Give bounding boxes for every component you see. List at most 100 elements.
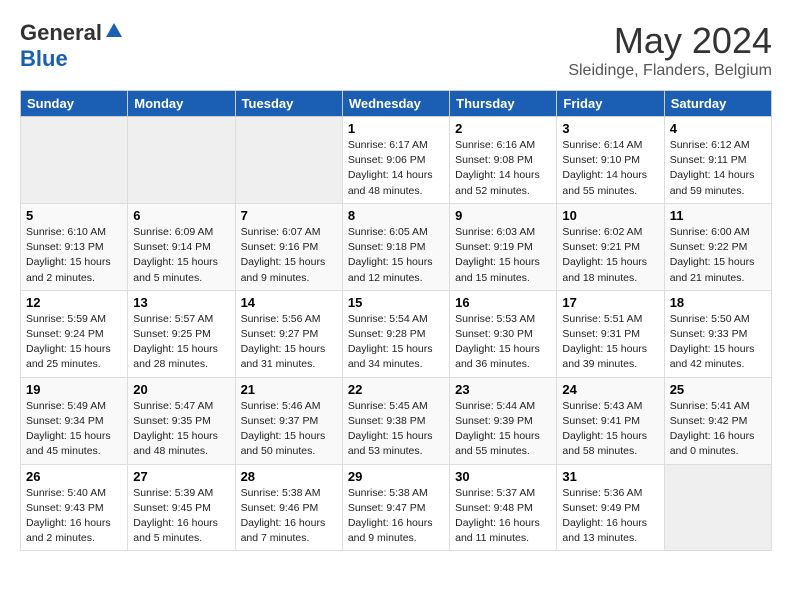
calendar-cell: 2 Sunrise: 6:16 AM Sunset: 9:08 PM Daylig… — [450, 117, 557, 204]
cell-daylight-info: Sunrise: 5:44 AM Sunset: 9:39 PM Dayligh… — [455, 399, 551, 460]
cell-daylight-info: Sunrise: 5:59 AM Sunset: 9:24 PM Dayligh… — [26, 312, 122, 373]
cell-daylight-info: Sunrise: 5:57 AM Sunset: 9:25 PM Dayligh… — [133, 312, 229, 373]
cell-daylight-info: Sunrise: 5:41 AM Sunset: 9:42 PM Dayligh… — [670, 399, 766, 460]
weekday-header-sunday: Sunday — [21, 91, 128, 117]
day-number: 31 — [562, 469, 658, 484]
calendar-cell: 27 Sunrise: 5:39 AM Sunset: 9:45 PM Dayli… — [128, 464, 235, 551]
cell-daylight-info: Sunrise: 5:39 AM Sunset: 9:45 PM Dayligh… — [133, 486, 229, 547]
day-number: 25 — [670, 382, 766, 397]
weekday-header-thursday: Thursday — [450, 91, 557, 117]
calendar-cell: 5 Sunrise: 6:10 AM Sunset: 9:13 PM Daylig… — [21, 203, 128, 290]
cell-daylight-info: Sunrise: 6:02 AM Sunset: 9:21 PM Dayligh… — [562, 225, 658, 286]
day-number: 1 — [348, 121, 444, 136]
calendar-week-row: 26 Sunrise: 5:40 AM Sunset: 9:43 PM Dayli… — [21, 464, 772, 551]
day-number: 26 — [26, 469, 122, 484]
day-number: 30 — [455, 469, 551, 484]
day-number: 23 — [455, 382, 551, 397]
weekday-header-monday: Monday — [128, 91, 235, 117]
weekday-header-wednesday: Wednesday — [342, 91, 449, 117]
page-header: General Blue May 2024 Sleidinge, Flander… — [20, 20, 772, 80]
logo-icon — [104, 21, 124, 46]
day-number: 2 — [455, 121, 551, 136]
day-number: 17 — [562, 295, 658, 310]
calendar-cell: 16Sunrise: 5:53 AM Sunset: 9:30 PM Dayli… — [450, 290, 557, 377]
logo-general-text: General — [20, 20, 102, 46]
calendar-cell: 22Sunrise: 5:45 AM Sunset: 9:38 PM Dayli… — [342, 377, 449, 464]
cell-daylight-info: Sunrise: 5:37 AM Sunset: 9:48 PM Dayligh… — [455, 486, 551, 547]
day-number: 29 — [348, 469, 444, 484]
day-number: 24 — [562, 382, 658, 397]
calendar-cell: 1 Sunrise: 6:17 AM Sunset: 9:06 PM Daylig… — [342, 117, 449, 204]
day-number: 27 — [133, 469, 229, 484]
cell-daylight-info: Sunrise: 6:17 AM Sunset: 9:06 PM Dayligh… — [348, 138, 444, 199]
calendar-table: SundayMondayTuesdayWednesdayThursdayFrid… — [20, 90, 772, 551]
calendar-cell: 19 Sunrise: 5:49 AM Sunset: 9:34 PM Dayli… — [21, 377, 128, 464]
day-number: 12 — [26, 295, 122, 310]
calendar-cell: 4 Sunrise: 6:12 AM Sunset: 9:11 PM Daylig… — [664, 117, 771, 204]
day-number: 14 — [241, 295, 337, 310]
day-number: 21 — [241, 382, 337, 397]
calendar-cell: 26 Sunrise: 5:40 AM Sunset: 9:43 PM Dayli… — [21, 464, 128, 551]
calendar-cell: 31Sunrise: 5:36 AM Sunset: 9:49 PM Dayli… — [557, 464, 664, 551]
calendar-cell: 18 Sunrise: 5:50 AM Sunset: 9:33 PM Dayli… — [664, 290, 771, 377]
calendar-week-row: 19 Sunrise: 5:49 AM Sunset: 9:34 PM Dayli… — [21, 377, 772, 464]
calendar-cell: 12 Sunrise: 5:59 AM Sunset: 9:24 PM Dayli… — [21, 290, 128, 377]
location-subtitle: Sleidinge, Flanders, Belgium — [568, 62, 772, 80]
day-number: 5 — [26, 208, 122, 223]
calendar-cell — [128, 117, 235, 204]
day-number: 19 — [26, 382, 122, 397]
cell-daylight-info: Sunrise: 6:03 AM Sunset: 9:19 PM Dayligh… — [455, 225, 551, 286]
cell-daylight-info: Sunrise: 6:14 AM Sunset: 9:10 PM Dayligh… — [562, 138, 658, 199]
day-number: 8 — [348, 208, 444, 223]
cell-daylight-info: Sunrise: 6:09 AM Sunset: 9:14 PM Dayligh… — [133, 225, 229, 286]
weekday-header-saturday: Saturday — [664, 91, 771, 117]
calendar-cell: 8Sunrise: 6:05 AM Sunset: 9:18 PM Daylig… — [342, 203, 449, 290]
calendar-cell: 9 Sunrise: 6:03 AM Sunset: 9:19 PM Daylig… — [450, 203, 557, 290]
cell-daylight-info: Sunrise: 5:46 AM Sunset: 9:37 PM Dayligh… — [241, 399, 337, 460]
day-number: 10 — [562, 208, 658, 223]
calendar-cell: 7 Sunrise: 6:07 AM Sunset: 9:16 PM Daylig… — [235, 203, 342, 290]
day-number: 3 — [562, 121, 658, 136]
calendar-cell: 30 Sunrise: 5:37 AM Sunset: 9:48 PM Dayli… — [450, 464, 557, 551]
calendar-cell: 23 Sunrise: 5:44 AM Sunset: 9:39 PM Dayli… — [450, 377, 557, 464]
calendar-cell: 15 Sunrise: 5:54 AM Sunset: 9:28 PM Dayli… — [342, 290, 449, 377]
cell-daylight-info: Sunrise: 5:56 AM Sunset: 9:27 PM Dayligh… — [241, 312, 337, 373]
cell-daylight-info: Sunrise: 5:54 AM Sunset: 9:28 PM Dayligh… — [348, 312, 444, 373]
cell-daylight-info: Sunrise: 6:12 AM Sunset: 9:11 PM Dayligh… — [670, 138, 766, 199]
day-number: 4 — [670, 121, 766, 136]
calendar-cell: 6 Sunrise: 6:09 AM Sunset: 9:14 PM Daylig… — [128, 203, 235, 290]
cell-daylight-info: Sunrise: 5:38 AM Sunset: 9:47 PM Dayligh… — [348, 486, 444, 547]
day-number: 6 — [133, 208, 229, 223]
calendar-cell: 21 Sunrise: 5:46 AM Sunset: 9:37 PM Dayli… — [235, 377, 342, 464]
cell-daylight-info: Sunrise: 5:38 AM Sunset: 9:46 PM Dayligh… — [241, 486, 337, 547]
calendar-week-row: 5 Sunrise: 6:10 AM Sunset: 9:13 PM Daylig… — [21, 203, 772, 290]
calendar-cell: 11Sunrise: 6:00 AM Sunset: 9:22 PM Dayli… — [664, 203, 771, 290]
cell-daylight-info: Sunrise: 5:45 AM Sunset: 9:38 PM Dayligh… — [348, 399, 444, 460]
day-number: 13 — [133, 295, 229, 310]
cell-daylight-info: Sunrise: 5:40 AM Sunset: 9:43 PM Dayligh… — [26, 486, 122, 547]
calendar-cell — [235, 117, 342, 204]
day-number: 15 — [348, 295, 444, 310]
calendar-title-area: May 2024 Sleidinge, Flanders, Belgium — [568, 20, 772, 80]
day-number: 7 — [241, 208, 337, 223]
cell-daylight-info: Sunrise: 5:47 AM Sunset: 9:35 PM Dayligh… — [133, 399, 229, 460]
calendar-week-row: 1 Sunrise: 6:17 AM Sunset: 9:06 PM Daylig… — [21, 117, 772, 204]
cell-daylight-info: Sunrise: 5:50 AM Sunset: 9:33 PM Dayligh… — [670, 312, 766, 373]
calendar-cell: 29 Sunrise: 5:38 AM Sunset: 9:47 PM Dayli… — [342, 464, 449, 551]
calendar-cell: 3 Sunrise: 6:14 AM Sunset: 9:10 PM Daylig… — [557, 117, 664, 204]
calendar-cell: 28Sunrise: 5:38 AM Sunset: 9:46 PM Dayli… — [235, 464, 342, 551]
day-number: 18 — [670, 295, 766, 310]
cell-daylight-info: Sunrise: 6:07 AM Sunset: 9:16 PM Dayligh… — [241, 225, 337, 286]
day-number: 20 — [133, 382, 229, 397]
cell-daylight-info: Sunrise: 5:49 AM Sunset: 9:34 PM Dayligh… — [26, 399, 122, 460]
weekday-header-tuesday: Tuesday — [235, 91, 342, 117]
cell-daylight-info: Sunrise: 6:10 AM Sunset: 9:13 PM Dayligh… — [26, 225, 122, 286]
cell-daylight-info: Sunrise: 6:16 AM Sunset: 9:08 PM Dayligh… — [455, 138, 551, 199]
weekday-header-row: SundayMondayTuesdayWednesdayThursdayFrid… — [21, 91, 772, 117]
calendar-cell: 13 Sunrise: 5:57 AM Sunset: 9:25 PM Dayli… — [128, 290, 235, 377]
calendar-cell: 17Sunrise: 5:51 AM Sunset: 9:31 PM Dayli… — [557, 290, 664, 377]
cell-daylight-info: Sunrise: 5:43 AM Sunset: 9:41 PM Dayligh… — [562, 399, 658, 460]
calendar-week-row: 12 Sunrise: 5:59 AM Sunset: 9:24 PM Dayli… — [21, 290, 772, 377]
day-number: 9 — [455, 208, 551, 223]
cell-daylight-info: Sunrise: 5:53 AM Sunset: 9:30 PM Dayligh… — [455, 312, 551, 373]
